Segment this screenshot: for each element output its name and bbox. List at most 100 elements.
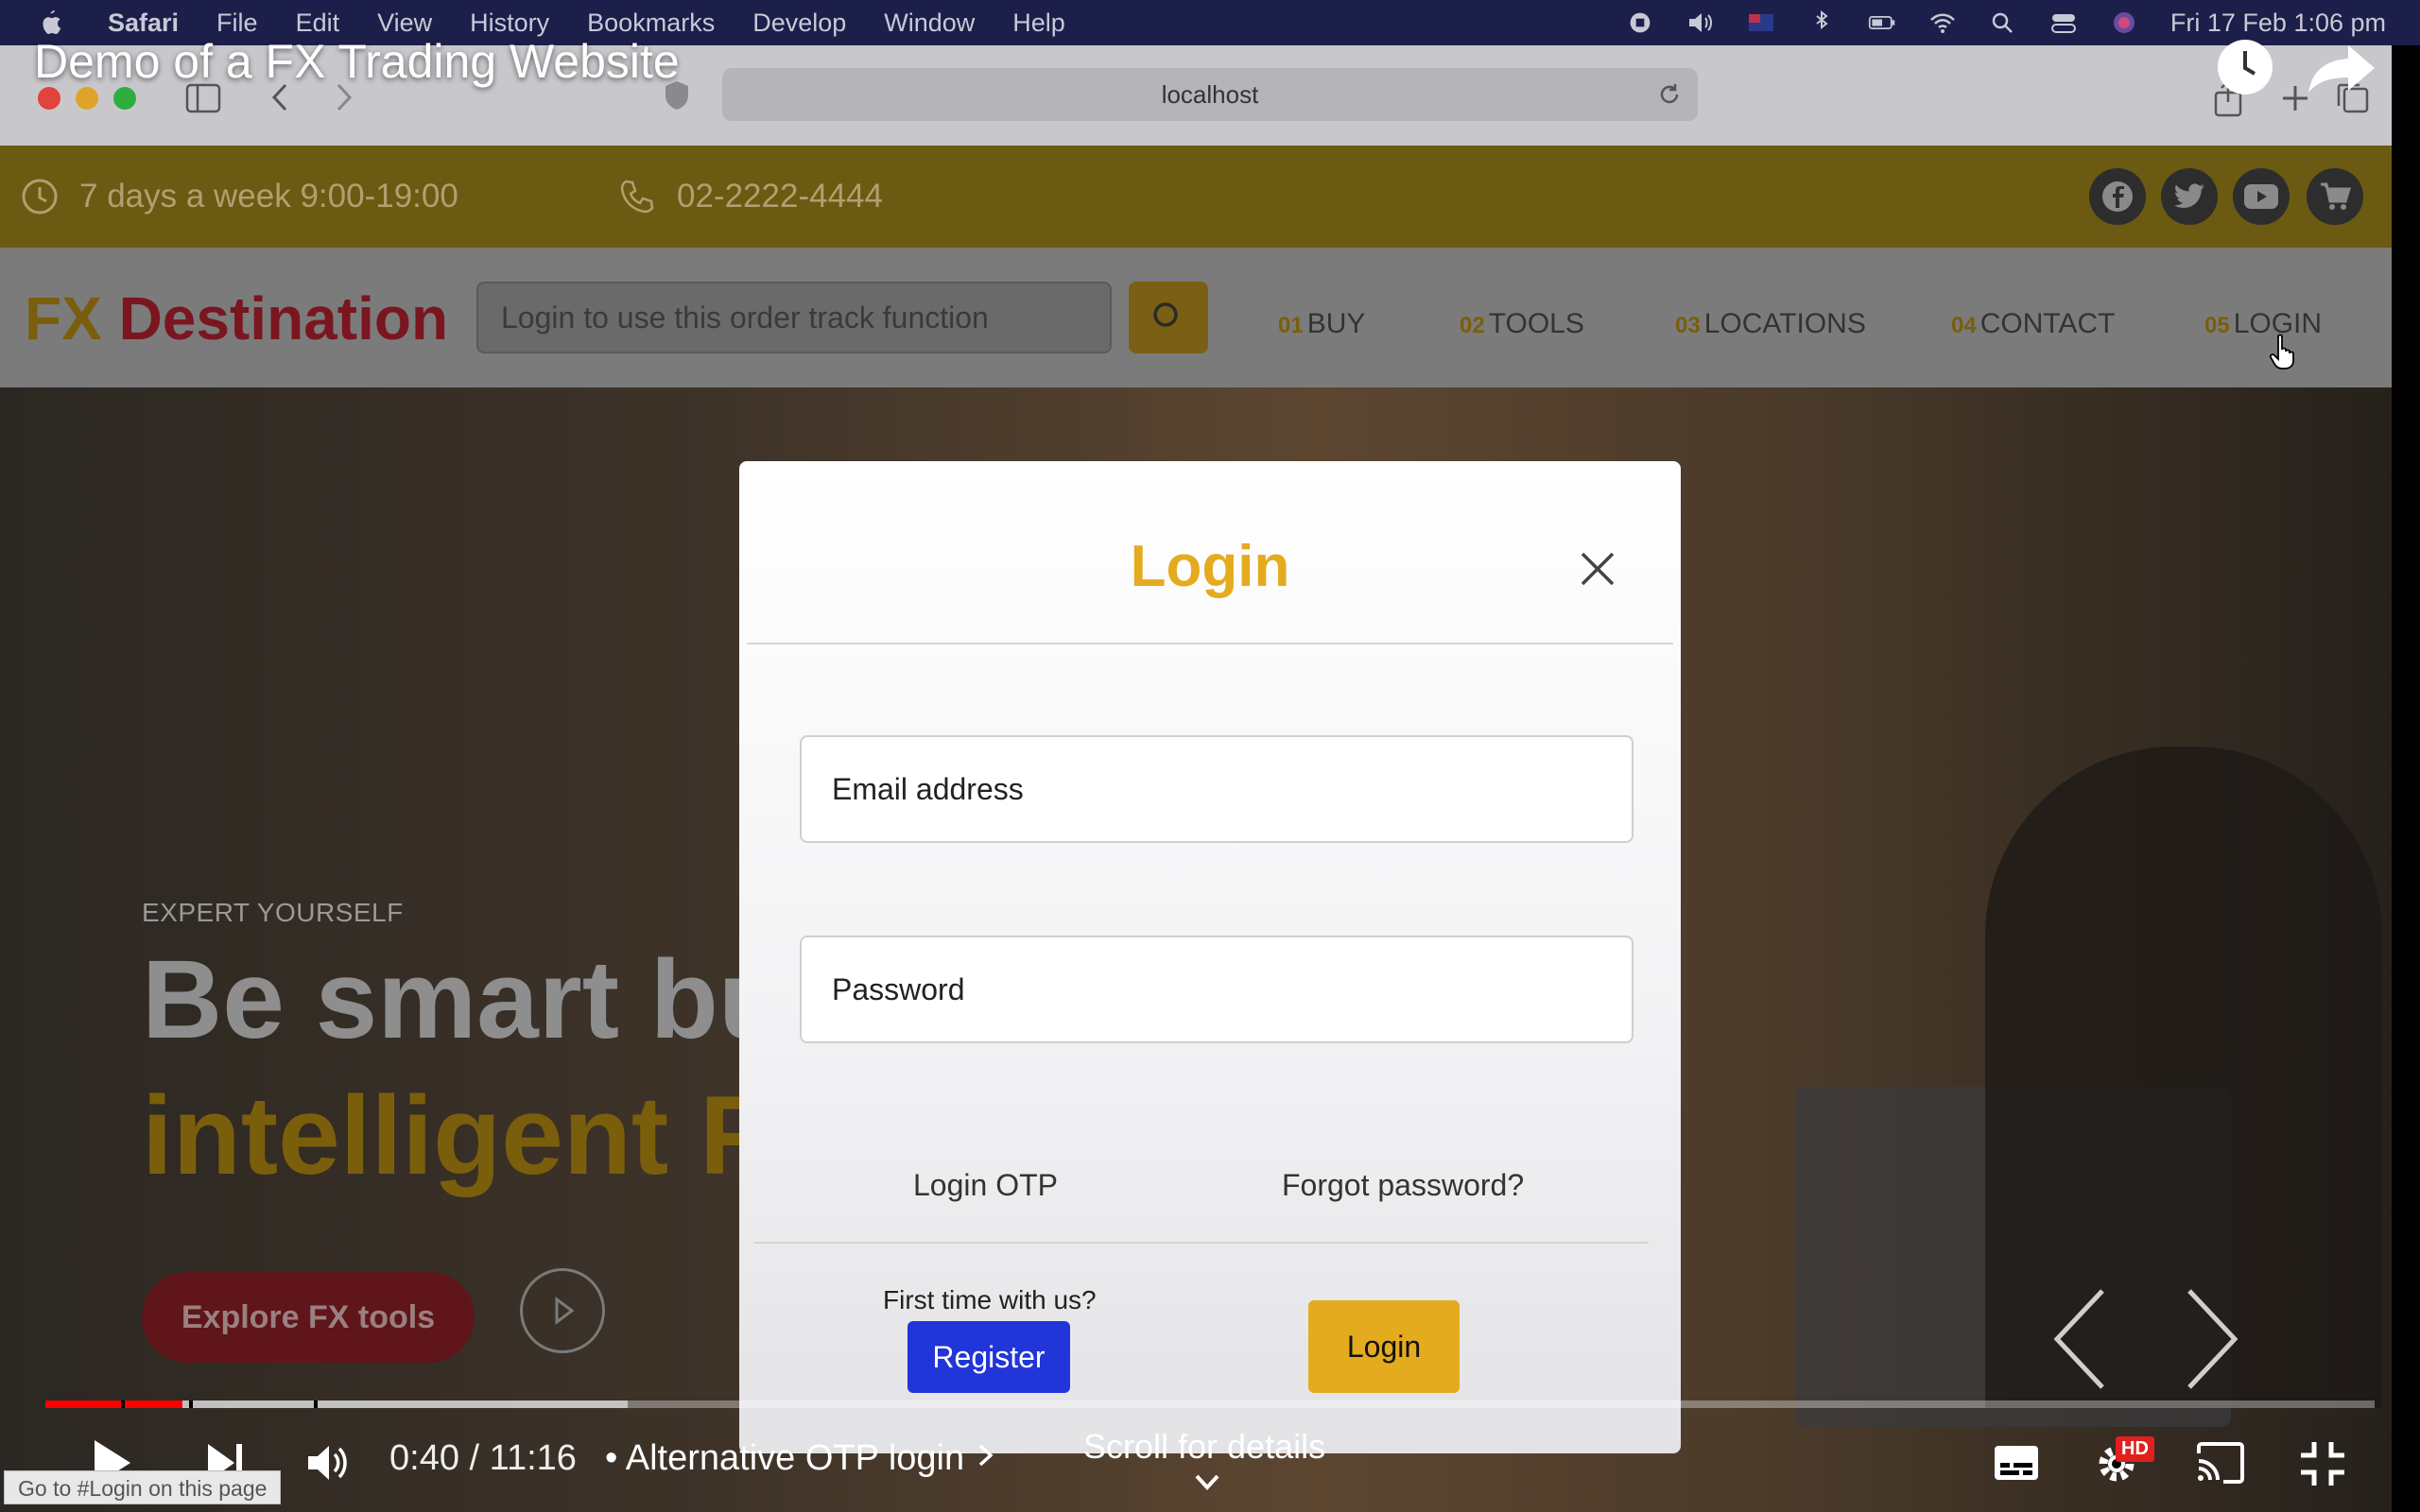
menubar-clock[interactable]: Fri 17 Feb 1:06 pm [2170, 9, 2386, 38]
close-window-button[interactable] [38, 87, 60, 110]
forgot-password-link[interactable]: Forgot password? [1282, 1168, 1524, 1203]
hd-badge: HD [2116, 1436, 2154, 1462]
hours-text: 7 days a week 9:00-19:00 [79, 178, 458, 215]
modal-header-divider [747, 643, 1673, 644]
cast-icon[interactable] [2195, 1442, 2246, 1484]
siri-icon[interactable] [2110, 10, 2138, 35]
nav-label: LOCATIONS [1703, 308, 1866, 339]
url-text: localhost [1161, 80, 1259, 109]
menu-window[interactable]: Window [884, 9, 975, 38]
clock-icon [22, 179, 58, 215]
login-submit-button[interactable]: Login [1308, 1300, 1460, 1393]
menu-help[interactable]: Help [1012, 9, 1065, 38]
order-track-input[interactable]: Login to use this order track function [476, 282, 1112, 353]
phone-item[interactable]: 02-2222-4444 [618, 178, 883, 215]
chevron-down-icon[interactable] [1193, 1472, 1221, 1493]
nav-label: BUY [1306, 308, 1366, 339]
nav-login[interactable]: 05 LOGIN [2204, 308, 2322, 340]
zoom-window-button[interactable] [113, 87, 136, 110]
menu-edit[interactable]: Edit [296, 9, 340, 38]
flag-input-icon[interactable] [1747, 10, 1775, 35]
subtitles-icon[interactable] [1993, 1444, 2040, 1482]
brand-name: Destination [101, 284, 449, 352]
nav-number: 02 [1460, 313, 1485, 338]
apple-menu-icon[interactable] [38, 9, 62, 37]
play-icon [555, 1297, 575, 1325]
password-field[interactable]: Password [800, 936, 1634, 1043]
spotlight-search-icon[interactable] [1989, 10, 2017, 35]
facebook-icon[interactable] [2089, 168, 2146, 225]
hero-headline-line2: intelligent FX [142, 1074, 842, 1198]
volume-icon[interactable] [304, 1440, 350, 1486]
nav-tools[interactable]: 02 TOOLS [1460, 308, 1584, 340]
carousel-next-icon[interactable] [2184, 1287, 2240, 1391]
cart-icon[interactable] [2307, 168, 2363, 225]
battery-icon[interactable] [1868, 10, 1896, 35]
video-title[interactable]: Demo of a FX Trading Website [34, 34, 680, 89]
menu-app-safari[interactable]: Safari [108, 9, 179, 38]
address-bar[interactable]: localhost [722, 68, 1698, 121]
menu-develop[interactable]: Develop [752, 9, 846, 38]
carousel-prev-icon[interactable] [2051, 1287, 2108, 1391]
explore-fx-tools-button[interactable]: Explore FX tools [142, 1272, 475, 1363]
video-played-bar [45, 1400, 183, 1408]
share-video-icon[interactable] [2307, 42, 2378, 94]
control-center-icon[interactable] [2049, 10, 2078, 35]
login-otp-link[interactable]: Login OTP [913, 1168, 1058, 1203]
nav-contact[interactable]: 04 CONTACT [1951, 308, 2115, 340]
nav-label: CONTACT [1979, 308, 2116, 339]
phone-icon [620, 180, 654, 214]
email-field[interactable]: Email address [800, 735, 1634, 843]
exit-fullscreen-icon[interactable] [2299, 1440, 2346, 1487]
youtube-icon[interactable] [2233, 168, 2290, 225]
menu-view[interactable]: View [377, 9, 432, 38]
nav-number: 05 [2204, 313, 2230, 338]
chapter-label: • Alternative OTP login [605, 1438, 965, 1478]
close-icon[interactable] [1579, 550, 1616, 588]
hand-cursor-icon [2269, 334, 2294, 369]
chevron-right-icon [978, 1444, 994, 1467]
link-status-tooltip: Go to #Login on this page [4, 1470, 282, 1504]
volume-icon[interactable] [1686, 10, 1715, 35]
watch-later-icon[interactable] [2216, 38, 2274, 96]
chapter-marker [189, 1400, 193, 1408]
site-navbar: FX Destination Login to use this order t… [0, 248, 2392, 387]
register-button[interactable]: Register [908, 1321, 1070, 1393]
bluetooth-icon[interactable] [1807, 10, 1836, 35]
video-controls: 0:40 / 11:16 • Alternative OTP login Scr… [0, 1418, 2420, 1512]
scroll-for-details[interactable]: Scroll for details [1083, 1427, 1325, 1467]
chapter-marker [121, 1400, 125, 1408]
hero-play-button[interactable] [520, 1268, 605, 1353]
minimize-window-button[interactable] [76, 87, 98, 110]
menu-bookmarks[interactable]: Bookmarks [587, 9, 715, 38]
nav-number: 01 [1278, 313, 1304, 338]
twitter-icon[interactable] [2161, 168, 2218, 225]
nav-number: 04 [1951, 313, 1977, 338]
site-logo[interactable]: FX Destination [25, 284, 448, 353]
nav-number: 03 [1675, 313, 1701, 338]
order-track-search-button[interactable] [1129, 282, 1208, 353]
site-top-bar: 7 days a week 9:00-19:00 02-2222-4444 [0, 146, 2392, 248]
hours-item: 7 days a week 9:00-19:00 [21, 178, 458, 215]
reload-icon[interactable] [1656, 81, 1683, 108]
chapter-marker [314, 1400, 318, 1408]
scroll-hint-label: Scroll for details [1083, 1427, 1326, 1466]
nav-label: TOOLS [1488, 308, 1584, 339]
video-time: 0:40 / 11:16 [389, 1438, 577, 1478]
nav-buy[interactable]: 01 BUY [1278, 308, 1365, 340]
phone-text: 02-2222-4444 [677, 178, 883, 215]
modal-title: Login [1130, 534, 1290, 599]
hero-kicker: EXPERT YOURSELF [142, 898, 404, 927]
modal-footer-divider [754, 1242, 1649, 1244]
nav-locations[interactable]: 03 LOCATIONS [1675, 308, 1866, 340]
login-modal: Login Email address Password Login OTP F… [739, 461, 1681, 1453]
first-time-label: First time with us? [883, 1285, 1097, 1314]
video-chapter-title[interactable]: • Alternative OTP login [605, 1438, 996, 1479]
search-icon [1153, 302, 1178, 327]
hero-headline-line1: Be smart bu [142, 937, 786, 1062]
wifi-icon[interactable] [1928, 10, 1957, 35]
brand-prefix: FX [25, 284, 102, 352]
menu-history[interactable]: History [470, 9, 549, 38]
menu-file[interactable]: File [216, 9, 258, 38]
screen-record-icon[interactable] [1626, 10, 1654, 35]
